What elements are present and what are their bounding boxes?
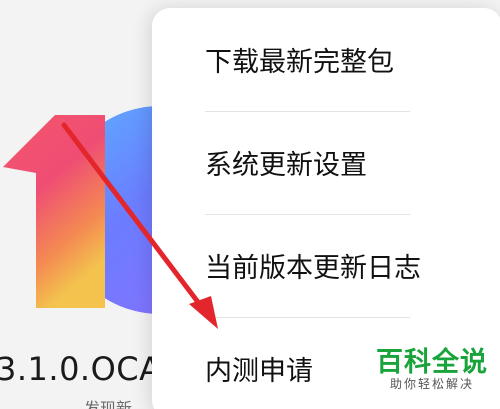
watermark-subtitle: 助你轻松解决 (389, 377, 474, 391)
menu-item-download-full-package[interactable]: 下载最新完整包 (152, 8, 500, 111)
watermark-logo: 百科全说 助你轻松解决 (372, 348, 492, 402)
screen: 3.1.0.OCAC 发现新 下载最新完整包 系统更新设置 当前版本更新日志 内… (0, 0, 500, 409)
menu-item-current-version-changelog[interactable]: 当前版本更新日志 (152, 214, 500, 317)
watermark-title: 百科全说 (376, 347, 488, 378)
menu-item-system-update-settings[interactable]: 系统更新设置 (152, 111, 500, 214)
partial-status-text: 发现新 (84, 399, 133, 409)
